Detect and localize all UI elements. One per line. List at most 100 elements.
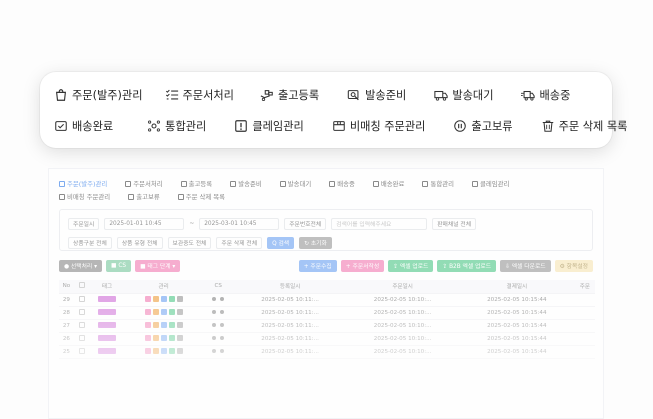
tab-bar: 주문(발주)관리 주문서처리 출고등록 발송준비 발송대기 배송중 배송완료 통… xyxy=(49,169,603,203)
row-cs xyxy=(202,293,234,307)
search-button[interactable]: Q 검색 xyxy=(267,236,295,249)
row-registered: 2025-02-05 10:11:... xyxy=(233,345,347,359)
menu-order-management[interactable]: 주문(발주)관리 xyxy=(54,87,143,103)
tab-label: 주문 삭제 목록 xyxy=(185,193,226,201)
row-tag xyxy=(89,293,125,307)
row-order xyxy=(574,319,595,333)
tab-icon xyxy=(177,193,184,200)
orders-table: No 태그 관리 CS 등록일시 주문일시 결제일시 주문 29 2025-02… xyxy=(59,280,595,359)
row-order xyxy=(574,345,595,359)
table-row[interactable]: 25 2025-02-05 10:11:... 2025-02-05 10:10… xyxy=(59,345,595,359)
box-check-icon xyxy=(55,120,67,131)
menu-label: 통합관리 xyxy=(165,119,207,133)
package-search-icon xyxy=(347,89,359,100)
row-checkbox[interactable] xyxy=(73,332,90,346)
tab-icon xyxy=(180,180,187,187)
tab-order-management[interactable]: 주문(발주)관리 xyxy=(59,179,107,188)
menu-delivered[interactable]: 배송완료 xyxy=(54,118,113,134)
tab-shipment-hold[interactable]: 출고보류 xyxy=(128,192,160,201)
date-from-input[interactable]: 2025-01-01 10:45 xyxy=(104,217,185,230)
tab-deleted-orders[interactable]: 주문 삭제 목록 xyxy=(177,192,226,201)
tab-label: 클레임관리 xyxy=(479,180,510,188)
menu-integrated[interactable]: 통합관리 xyxy=(147,118,206,134)
row-paid: 2025-02-05 10:15:44 xyxy=(458,332,575,346)
col-ordered: 주문일시 xyxy=(346,280,459,294)
row-order xyxy=(574,293,595,307)
checklist-icon xyxy=(165,89,178,99)
delete-state-select[interactable]: 주문 삭제 전체 xyxy=(216,236,263,249)
tab-claim[interactable]: 클레임관리 xyxy=(471,179,510,188)
row-manage-icons[interactable] xyxy=(124,306,203,320)
row-manage-icons[interactable] xyxy=(124,332,203,346)
row-ordered: 2025-02-05 10:10:... xyxy=(346,306,459,320)
truck-icon xyxy=(434,90,448,101)
column-settings-button[interactable]: ⚙ 항목설정 xyxy=(554,259,593,272)
tab-shipping-prep[interactable]: 발송준비 xyxy=(230,179,262,188)
table-row[interactable]: 28 2025-02-05 10:11:... 2025-02-05 10:10… xyxy=(59,306,595,320)
date-to-input[interactable]: 2025-03-01 10:45 xyxy=(199,217,280,230)
row-checkbox[interactable] xyxy=(73,306,90,320)
row-order xyxy=(574,306,595,320)
tab-in-delivery[interactable]: 배송중 xyxy=(329,179,355,188)
tab-icon xyxy=(329,180,336,187)
date-type-select[interactable]: 주문일시 xyxy=(68,217,100,230)
order-management-screen: 주문(발주)관리 주문서처리 출고등록 발송준비 발송대기 배송중 배송완료 통… xyxy=(48,168,604,419)
tab-unmatched-orders[interactable]: 비매칭 주문관리 xyxy=(59,192,110,201)
collect-orders-button[interactable]: + 주문수집 xyxy=(298,259,337,272)
menu-label: 주문(발주)관리 xyxy=(72,88,143,102)
table-row[interactable]: 26 2025-02-05 10:11:... 2025-02-05 10:10… xyxy=(59,332,595,346)
search-input[interactable]: 검색어를 입력해주세요 xyxy=(331,217,428,230)
row-paid: 2025-02-05 10:15:44 xyxy=(458,306,575,320)
tab-delivered[interactable]: 배송완료 xyxy=(372,179,404,188)
row-no: 28 xyxy=(59,306,74,320)
write-order-button[interactable]: + 주문서작성 xyxy=(340,259,385,272)
menu-order-processing[interactable]: 주문서처리 xyxy=(165,87,234,103)
menu-claim[interactable]: 클레임관리 xyxy=(234,118,304,134)
col-checkbox[interactable] xyxy=(73,280,90,294)
hold-state-select[interactable]: 보관중도 전체 xyxy=(167,236,212,249)
tag-step-button[interactable]: ■ 태그 단계 ▾ xyxy=(135,259,181,272)
row-paid: 2025-02-05 10:15:44 xyxy=(458,293,575,307)
tab-label: 주문서처리 xyxy=(133,180,163,188)
row-no: 29 xyxy=(59,293,74,307)
row-checkbox[interactable] xyxy=(73,345,90,359)
tab-shipment-register[interactable]: 출고등록 xyxy=(180,179,213,188)
product-type-select[interactable]: 상품구분 전체 xyxy=(68,236,112,249)
search-type-select[interactable]: 주문번호전체 xyxy=(284,217,327,230)
menu-deleted-orders[interactable]: 주문 삭제 목록 xyxy=(541,118,627,134)
excel-download-button[interactable]: ⇩ 엑셀 다운로드 xyxy=(500,259,551,272)
action-toolbar: ● 선택처리 ▾ ■ CS ■ 태그 단계 ▾ + 주문수집 + 주문서작성 ⇪… xyxy=(59,259,593,272)
col-manage: 관리 xyxy=(124,280,203,294)
tab-integrated[interactable]: 통합관리 xyxy=(422,179,454,188)
product-category-select[interactable]: 상품 유형 전체 xyxy=(116,236,163,249)
menu-shipping-prep[interactable]: 발송준비 xyxy=(347,87,406,103)
quick-menu-row-1: 주문(발주)관리 주문서처리 출고등록 발송준비 발송대기 배송중 xyxy=(54,81,598,108)
menu-shipment-register[interactable]: 출고등록 xyxy=(260,87,319,103)
menu-label: 배송완료 xyxy=(72,119,114,133)
tab-icon xyxy=(59,180,65,187)
row-manage-icons[interactable] xyxy=(124,345,203,359)
menu-in-delivery[interactable]: 배송중 xyxy=(521,87,570,103)
tab-order-processing[interactable]: 주문서처리 xyxy=(125,179,163,188)
table-row[interactable]: 29 2025-02-05 10:11:... 2025-02-05 10:10… xyxy=(59,293,595,307)
row-checkbox[interactable] xyxy=(73,319,90,333)
batch-process-button[interactable]: ● 선택처리 ▾ xyxy=(59,259,102,272)
b2b-excel-upload-button[interactable]: ⇪ B2B 엑셀 업로드 xyxy=(437,259,497,272)
menu-shipment-hold[interactable]: 출고보류 xyxy=(453,118,513,134)
tab-shipping-wait[interactable]: 발송대기 xyxy=(279,179,311,188)
row-checkbox[interactable] xyxy=(73,293,90,307)
menu-shipping-wait[interactable]: 발송대기 xyxy=(434,87,493,103)
menu-unmatched-orders[interactable]: 비매칭 주문관리 xyxy=(332,118,425,134)
tab-label: 배송중 xyxy=(337,180,355,188)
excel-upload-button[interactable]: ⇪ 엑셀 업로드 xyxy=(388,259,434,272)
col-order: 주문 xyxy=(574,280,595,294)
row-manage-icons[interactable] xyxy=(124,293,203,307)
row-ordered: 2025-02-05 10:10:... xyxy=(346,293,459,307)
table-row[interactable]: 27 2025-02-05 10:11:... 2025-02-05 10:10… xyxy=(59,319,595,333)
row-manage-icons[interactable] xyxy=(124,319,203,333)
menu-label: 발송준비 xyxy=(365,88,407,102)
reset-button[interactable]: ↻ 초기화 xyxy=(299,236,332,249)
channel-select[interactable]: 판매채널 전체 xyxy=(432,217,477,230)
cs-button[interactable]: ■ CS xyxy=(106,259,132,272)
tab-label: 출고등록 xyxy=(188,180,213,188)
